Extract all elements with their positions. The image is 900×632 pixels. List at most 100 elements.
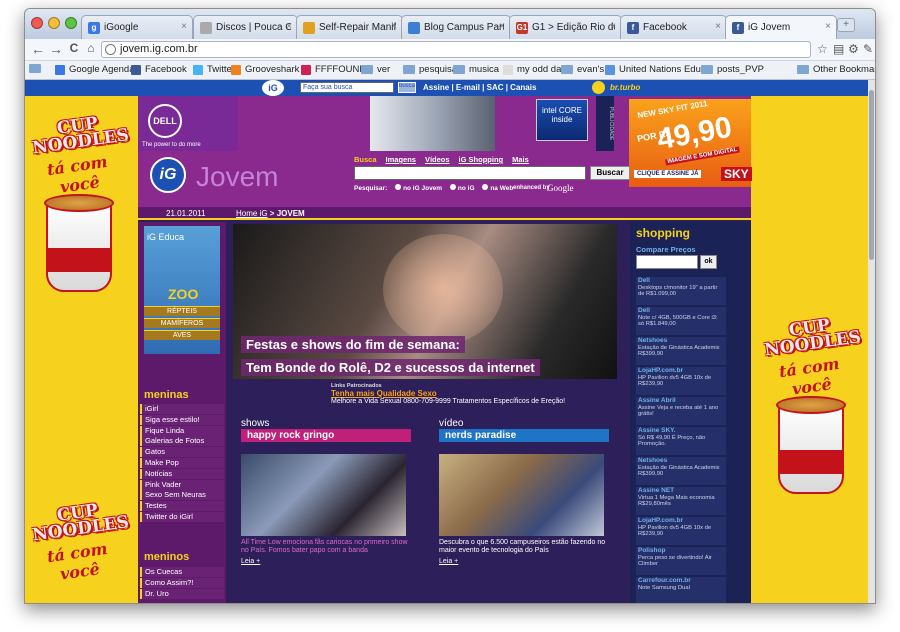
page-scrollbar[interactable] [868, 80, 875, 603]
tab-close-icon[interactable]: × [391, 21, 397, 32]
bookmark-item[interactable]: Google Agenda [55, 64, 135, 75]
ig-search-input[interactable]: Faça sua busca [300, 82, 394, 93]
radio-ig[interactable] [449, 184, 456, 190]
bookmark-item[interactable]: Grooveshark [231, 64, 299, 75]
compare-ok-button[interactable]: ok [700, 255, 717, 269]
other-bookmarks-folder[interactable]: Other Bookmarks [797, 64, 875, 75]
meninas-link[interactable]: Notícias [140, 468, 224, 479]
meninos-link[interactable]: Como Assim?! [140, 577, 224, 588]
meninos-link[interactable]: Dr. Uro [140, 588, 224, 599]
bookmark-item[interactable] [29, 64, 45, 73]
back-icon[interactable]: ← [29, 41, 47, 57]
minimize-window-button[interactable] [48, 17, 60, 29]
shopping-ad[interactable]: Assine NET Virtua 1 Mega Mais economia R$… [636, 487, 726, 515]
bookmark-item[interactable]: musica [453, 64, 499, 75]
bookmark-item[interactable]: ver [361, 64, 390, 75]
search-tab-busca[interactable]: Busca [354, 155, 377, 164]
cup-noodles-ad-right[interactable]: CUP NOODLES tá com você [763, 315, 862, 494]
search-tab-mais[interactable]: Mais [512, 155, 529, 164]
shopping-ad[interactable]: Dell Note c/ 4GB, 500GB e Core i3: só R$1… [636, 307, 726, 335]
browser-tab[interactable]: G1 G1 > Edição Rio de Jane× [509, 15, 622, 39]
tab-close-icon[interactable]: × [715, 21, 721, 32]
meninas-link[interactable]: Gatos [140, 447, 224, 458]
sponsored-title-link[interactable]: Tenha mais Qualidade Sexo [331, 389, 565, 398]
video-tag[interactable]: nerds paradise [439, 429, 609, 442]
zoo-button-1[interactable]: MAMÍFEROS [144, 318, 220, 328]
search-tab-v-deos[interactable]: Vídeos [425, 155, 450, 164]
meninas-link[interactable]: Galerias de Fotos [140, 436, 224, 447]
tab-close-icon[interactable]: × [499, 21, 505, 32]
bookmark-item[interactable]: Facebook [131, 64, 187, 75]
meninas-link[interactable]: Fique Linda [140, 425, 224, 436]
compare-prices-input[interactable] [636, 255, 698, 269]
tab-close-icon[interactable]: × [181, 21, 187, 32]
tab-close-icon[interactable]: × [610, 21, 616, 32]
meninas-link[interactable]: Testes [140, 501, 224, 512]
scrollbar-thumb[interactable] [869, 90, 874, 260]
close-window-button[interactable] [31, 17, 43, 29]
radio-ig-jovem[interactable] [395, 184, 402, 190]
bookmark-item[interactable]: United Nations Educ [605, 64, 706, 75]
browser-tab[interactable]: Discos | Pouca Chinfra× [193, 15, 298, 39]
cup-noodles-ad-left[interactable]: CUP NOODLES tá com você [31, 113, 130, 292]
shopping-ad[interactable]: Assine Abril Assine Veja e receba até 1 a… [636, 397, 726, 425]
meninas-link[interactable]: Make Pop [140, 457, 224, 468]
shopping-ad[interactable]: LojaHP.com.br HP Pavilion dv5 4GB 10x de … [636, 517, 726, 545]
ig-logo[interactable]: iG [262, 80, 284, 96]
sky-ad[interactable]: NEW SKY FIT 2011 POR R$ 49,90 IMAGEM E S… [629, 99, 752, 187]
zoo-button-2[interactable]: AVES [144, 330, 220, 340]
new-tab-button[interactable]: + [837, 18, 855, 32]
meninas-link[interactable]: Twitter do iGirl [140, 511, 224, 522]
bookmark-item[interactable]: pesquisa [403, 64, 457, 75]
browser-tab[interactable]: Self-Repair Manifesto× [296, 15, 403, 39]
home-icon[interactable]: ⌂ [82, 41, 100, 55]
shopping-ad[interactable]: Assine SKY. Só R$ 49,90 É Preço, não Prom… [636, 427, 726, 455]
hero-feature[interactable]: Festas e shows do fim de semana: Tem Bon… [233, 224, 617, 379]
cup-noodles-ad-left-bottom[interactable]: CUP NOODLES tá com você [31, 500, 130, 583]
video-read-more-link[interactable]: Leia + [439, 558, 609, 565]
shopping-ad[interactable]: Netshoes Estação de Ginástica Academix R$… [636, 337, 726, 365]
breadcrumb-home-link[interactable]: Home iG [236, 209, 268, 218]
bookmark-item[interactable]: evan's [561, 64, 604, 75]
shows-caption[interactable]: All Time Low emociona fãs cariocas no pr… [241, 539, 411, 555]
bookmark-item[interactable]: FFFFOUND! [301, 64, 369, 75]
search-input[interactable] [354, 166, 586, 180]
wrench-menu-icon[interactable]: ⚙ [848, 42, 859, 56]
shopping-ad[interactable]: Carrefour.com.br Note Samsung Dual [636, 577, 726, 603]
ig-top-links[interactable]: Assine | E-mail | SAC | Canais [423, 83, 536, 92]
browser-tab[interactable]: f Facebook × [620, 15, 727, 39]
meninas-link[interactable]: Pink Vader [140, 479, 224, 490]
ig-educa-widget[interactable]: iG Educa ZOO RÉPTEIS MAMÍFEROS AVES [144, 226, 220, 354]
browser-tab[interactable]: f iG Jovem × [725, 15, 837, 39]
shopping-ad[interactable]: Polishop Perca peso se divertindo! Air Cl… [636, 547, 726, 575]
video-photo[interactable] [439, 454, 604, 536]
ig-search-button[interactable]: busca [398, 82, 416, 93]
bookmark-item[interactable]: Twitter [193, 64, 235, 75]
shopping-ad[interactable]: Netshoes Estação de Ginástica Academix R$… [636, 457, 726, 485]
browser-tab[interactable]: Blog Campus Party Brasil× [401, 15, 511, 39]
sky-cta[interactable]: CLIQUE E ASSINE JÁ [634, 170, 702, 178]
search-tab-imagens[interactable]: Imagens [386, 155, 416, 164]
forward-icon[interactable]: → [47, 41, 65, 57]
radio-web[interactable] [482, 184, 489, 190]
search-button[interactable]: Buscar [590, 166, 630, 180]
meninos-link[interactable]: Os Cuecas [140, 567, 224, 577]
shopping-ad[interactable]: LojaHP.com.br HP Pavilion dv5 4GB 10x de … [636, 367, 726, 395]
shows-photo[interactable] [241, 454, 406, 536]
ig-jovem-logo[interactable]: iG Jovem [138, 151, 351, 198]
meninas-link[interactable]: Sexo Sem Neuras [140, 490, 224, 501]
shows-read-more-link[interactable]: Leia + [241, 558, 411, 565]
star-icon[interactable]: ☆ [817, 42, 828, 56]
dell-banner[interactable]: DELL The power to do more [138, 96, 238, 151]
page-menu-icon[interactable]: ▤ [833, 42, 844, 56]
meninas-link[interactable]: Siga esse estilo! [140, 414, 224, 425]
search-tab-ig-shopping[interactable]: iG Shopping [459, 155, 504, 164]
meninas-link[interactable]: iGirl [140, 404, 224, 414]
br-turbo-logo[interactable]: br.turbo [610, 83, 640, 92]
address-bar[interactable]: jovem.ig.com.br [101, 41, 811, 58]
tab-close-icon[interactable]: × [825, 21, 831, 32]
shows-tag[interactable]: happy rock gringo [241, 429, 411, 442]
dell-banner-photo[interactable] [370, 96, 495, 151]
tab-close-icon[interactable]: × [286, 21, 292, 32]
bookmark-item[interactable]: posts_PVP [701, 64, 764, 75]
